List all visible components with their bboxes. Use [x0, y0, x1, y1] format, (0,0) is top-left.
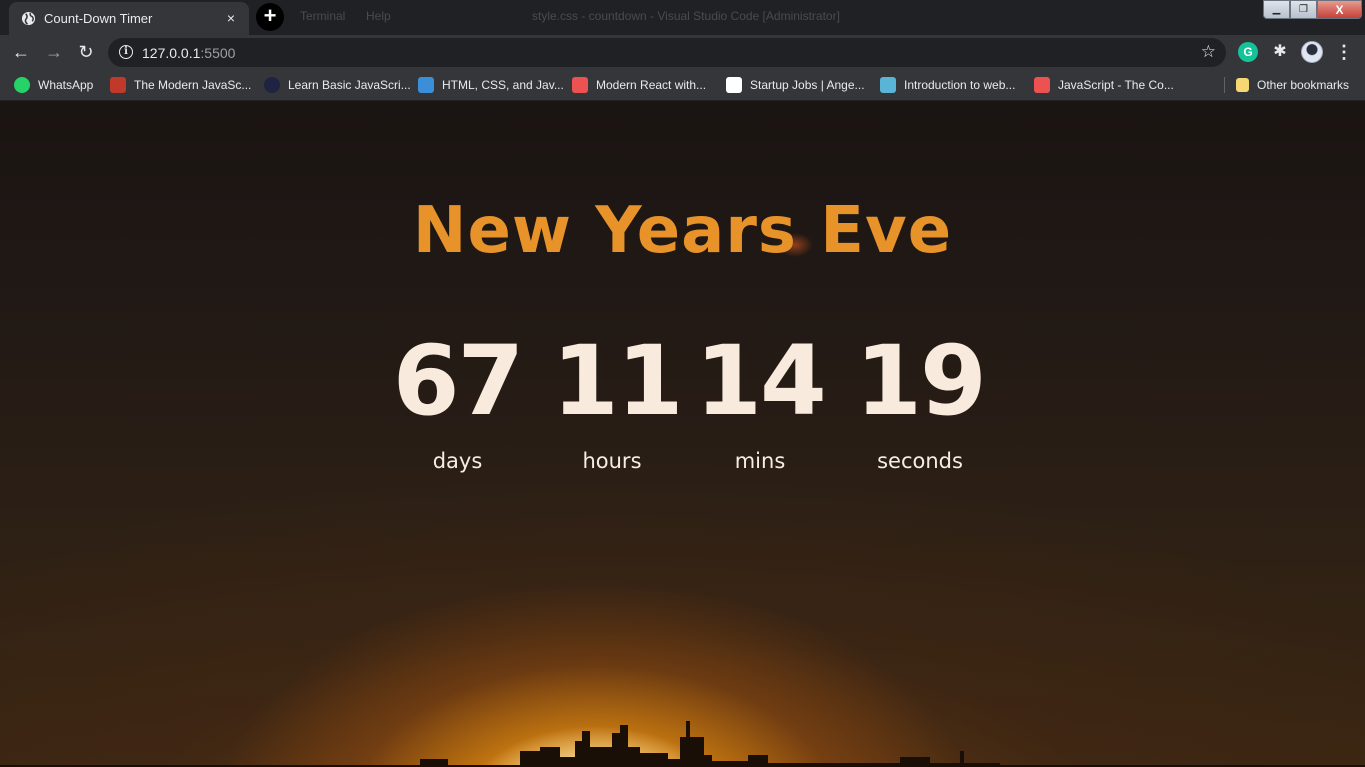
hours-label: hours: [582, 449, 642, 473]
freecodecamp-icon: [264, 77, 280, 93]
bookmark-modern-react[interactable]: Modern React with...: [572, 76, 706, 94]
url-port: :5500: [200, 45, 236, 61]
maximize-button[interactable]: ❐: [1290, 0, 1317, 19]
back-button[interactable]: ←: [9, 40, 33, 64]
url-host: 127.0.0.1: [142, 45, 201, 61]
background-menu-terminal: Terminal: [300, 9, 346, 23]
udemy-icon: [1034, 77, 1050, 93]
seconds-value: 19: [855, 325, 987, 437]
bookmark-label: The Modern JavaSc...: [134, 78, 252, 92]
bookmark-html-css-javascript[interactable]: HTML, CSS, and Jav...: [418, 76, 564, 94]
page-title: New Years Eve: [412, 194, 953, 268]
countdown-days: 67 days: [380, 331, 535, 473]
mins-label: mins: [734, 449, 786, 473]
tab-close-icon[interactable]: ×: [222, 9, 240, 27]
bookmark-whatsapp[interactable]: WhatsApp: [14, 76, 93, 94]
countdown-seconds: 19 seconds: [850, 331, 990, 473]
bookmark-modern-javascript[interactable]: The Modern JavaSc...: [110, 76, 251, 94]
background-menu-help: Help: [366, 9, 391, 23]
extensions-puzzle-icon[interactable]: ✱: [1270, 42, 1290, 62]
globe-icon: [21, 11, 36, 26]
bookmark-label: Learn Basic JavaScri...: [288, 78, 411, 92]
bookmark-label: Modern React with...: [596, 78, 707, 92]
countdown-hours: 11 hours: [552, 325, 684, 473]
address-bar[interactable]: i 127.0.0.1:5500 ☆: [108, 38, 1226, 67]
window-close-button[interactable]: X: [1317, 0, 1362, 19]
bookmarks-divider: [1224, 77, 1225, 93]
whatsapp-icon: [14, 77, 30, 93]
bookmark-introduction-to-web[interactable]: Introduction to web...: [880, 76, 1015, 94]
url-text[interactable]: 127.0.0.1:5500: [142, 45, 235, 61]
city-skyline-silhouette: [0, 721, 1365, 767]
tab-strip: Count-Down Timer × + Terminal Help style…: [0, 0, 1365, 35]
site-info-icon[interactable]: i: [119, 45, 133, 59]
days-label: days: [432, 449, 483, 473]
countdown-mins: 14 mins: [690, 331, 830, 473]
browser-menu-icon[interactable]: ⋮: [1334, 42, 1354, 62]
graduation-cap-icon: [880, 77, 896, 93]
background-window-title: style.css - countdown - Visual Studio Co…: [532, 9, 840, 23]
angellist-icon: [726, 77, 742, 93]
bookmark-star-icon[interactable]: ☆: [1201, 42, 1216, 62]
bookmark-label: JavaScript - The Co...: [1058, 78, 1174, 92]
udemy-icon: [572, 77, 588, 93]
bookmark-label: WhatsApp: [38, 78, 94, 92]
countdown-timer: 67 days 11 hours 14 mins 19 seconds: [380, 331, 990, 491]
hours-value: 11: [552, 325, 684, 437]
profile-avatar[interactable]: [1301, 41, 1323, 63]
coursera-icon: [418, 77, 434, 93]
other-bookmarks-label: Other bookmarks: [1257, 78, 1350, 92]
other-bookmarks-folder[interactable]: Other bookmarks: [1236, 76, 1349, 94]
grammarly-extension-icon[interactable]: G: [1238, 42, 1258, 62]
window-controls: ▁ ❐ X: [1263, 0, 1362, 19]
tab-title: Count-Down Timer: [44, 11, 153, 26]
tab-count-down-timer[interactable]: Count-Down Timer ×: [9, 2, 249, 35]
reload-button[interactable]: ↻: [74, 40, 98, 64]
countdown-page: New Years Eve 67 days 11 hours 14 mins 1…: [0, 101, 1365, 767]
bookmark-label: HTML, CSS, and Jav...: [442, 78, 564, 92]
bookmark-javascript-complete[interactable]: JavaScript - The Co...: [1034, 76, 1174, 94]
bookmark-startup-jobs[interactable]: Startup Jobs | Ange...: [726, 76, 865, 94]
browser-toolbar: ← → ↻ i 127.0.0.1:5500 ☆ G ✱ ⋮: [0, 35, 1365, 69]
new-tab-button[interactable]: +: [256, 3, 284, 31]
bookmark-label: Startup Jobs | Ange...: [750, 78, 865, 92]
seconds-label: seconds: [877, 449, 963, 473]
udemy-icon: [110, 77, 126, 93]
bookmark-label: Introduction to web...: [904, 78, 1016, 92]
days-value: 67: [392, 325, 525, 437]
folder-icon: [1236, 78, 1249, 92]
bookmark-learn-basic-javascript[interactable]: Learn Basic JavaScri...: [264, 76, 411, 94]
mins-value: 14: [695, 325, 827, 437]
minimize-button[interactable]: ▁: [1263, 0, 1290, 19]
bookmarks-bar: WhatsApp The Modern JavaSc... Learn Basi…: [0, 69, 1365, 101]
forward-button[interactable]: →: [42, 40, 66, 64]
